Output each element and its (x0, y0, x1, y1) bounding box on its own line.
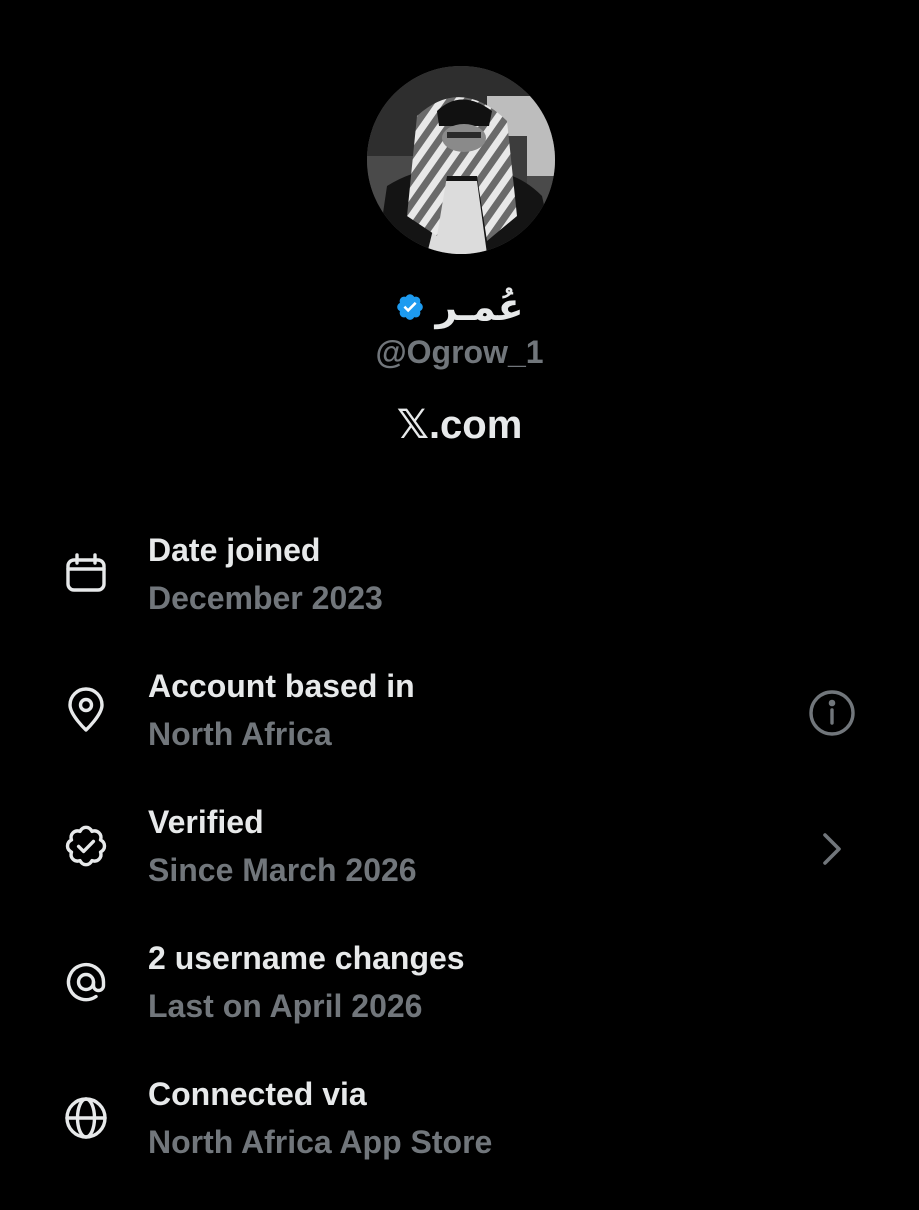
location-pin-icon (62, 686, 110, 734)
verified-badge-icon[interactable] (395, 292, 425, 322)
account-info-list: Date joined December 2023 Account based … (0, 530, 919, 1210)
row-subtitle: December 2023 (148, 580, 383, 616)
calendar-icon (62, 550, 110, 598)
row-title: Connected via (148, 1076, 367, 1112)
row-subtitle: North Africa App Store (148, 1124, 493, 1160)
info-row-verified[interactable]: Verified Since March 2026 (0, 802, 919, 938)
globe-icon (62, 1094, 110, 1142)
row-title: Account based in (148, 668, 415, 704)
info-row-date-joined: Date joined December 2023 (0, 530, 919, 666)
chevron-right-icon[interactable] (807, 824, 857, 874)
row-subtitle: North Africa (148, 716, 332, 752)
x-logo-icon: 𝕏 (396, 403, 429, 447)
row-title: Date joined (148, 532, 321, 568)
row-subtitle: Last on April 2026 (148, 988, 423, 1024)
info-row-connected-via: Connected via North Africa App Store (0, 1074, 919, 1210)
at-sign-icon (62, 958, 110, 1006)
site-link[interactable]: 𝕏 .com (0, 400, 919, 450)
handle: @Ogrow_1 (375, 334, 544, 370)
name-row: عُمـر (0, 282, 919, 332)
profile-header: عُمـر @Ogrow_1 𝕏 .com (0, 0, 919, 470)
info-row-username-changes: 2 username changes Last on April 2026 (0, 938, 919, 1074)
site-domain: .com (428, 403, 523, 447)
row-title: 2 username changes (148, 940, 465, 976)
info-icon[interactable] (807, 688, 857, 738)
row-subtitle: Since March 2026 (148, 852, 417, 888)
avatar[interactable] (367, 66, 555, 254)
verified-badge-outline-icon (62, 822, 110, 870)
display-name: عُمـر (435, 285, 524, 329)
row-title: Verified (148, 804, 264, 840)
info-row-account-based-in: Account based in North Africa (0, 666, 919, 802)
